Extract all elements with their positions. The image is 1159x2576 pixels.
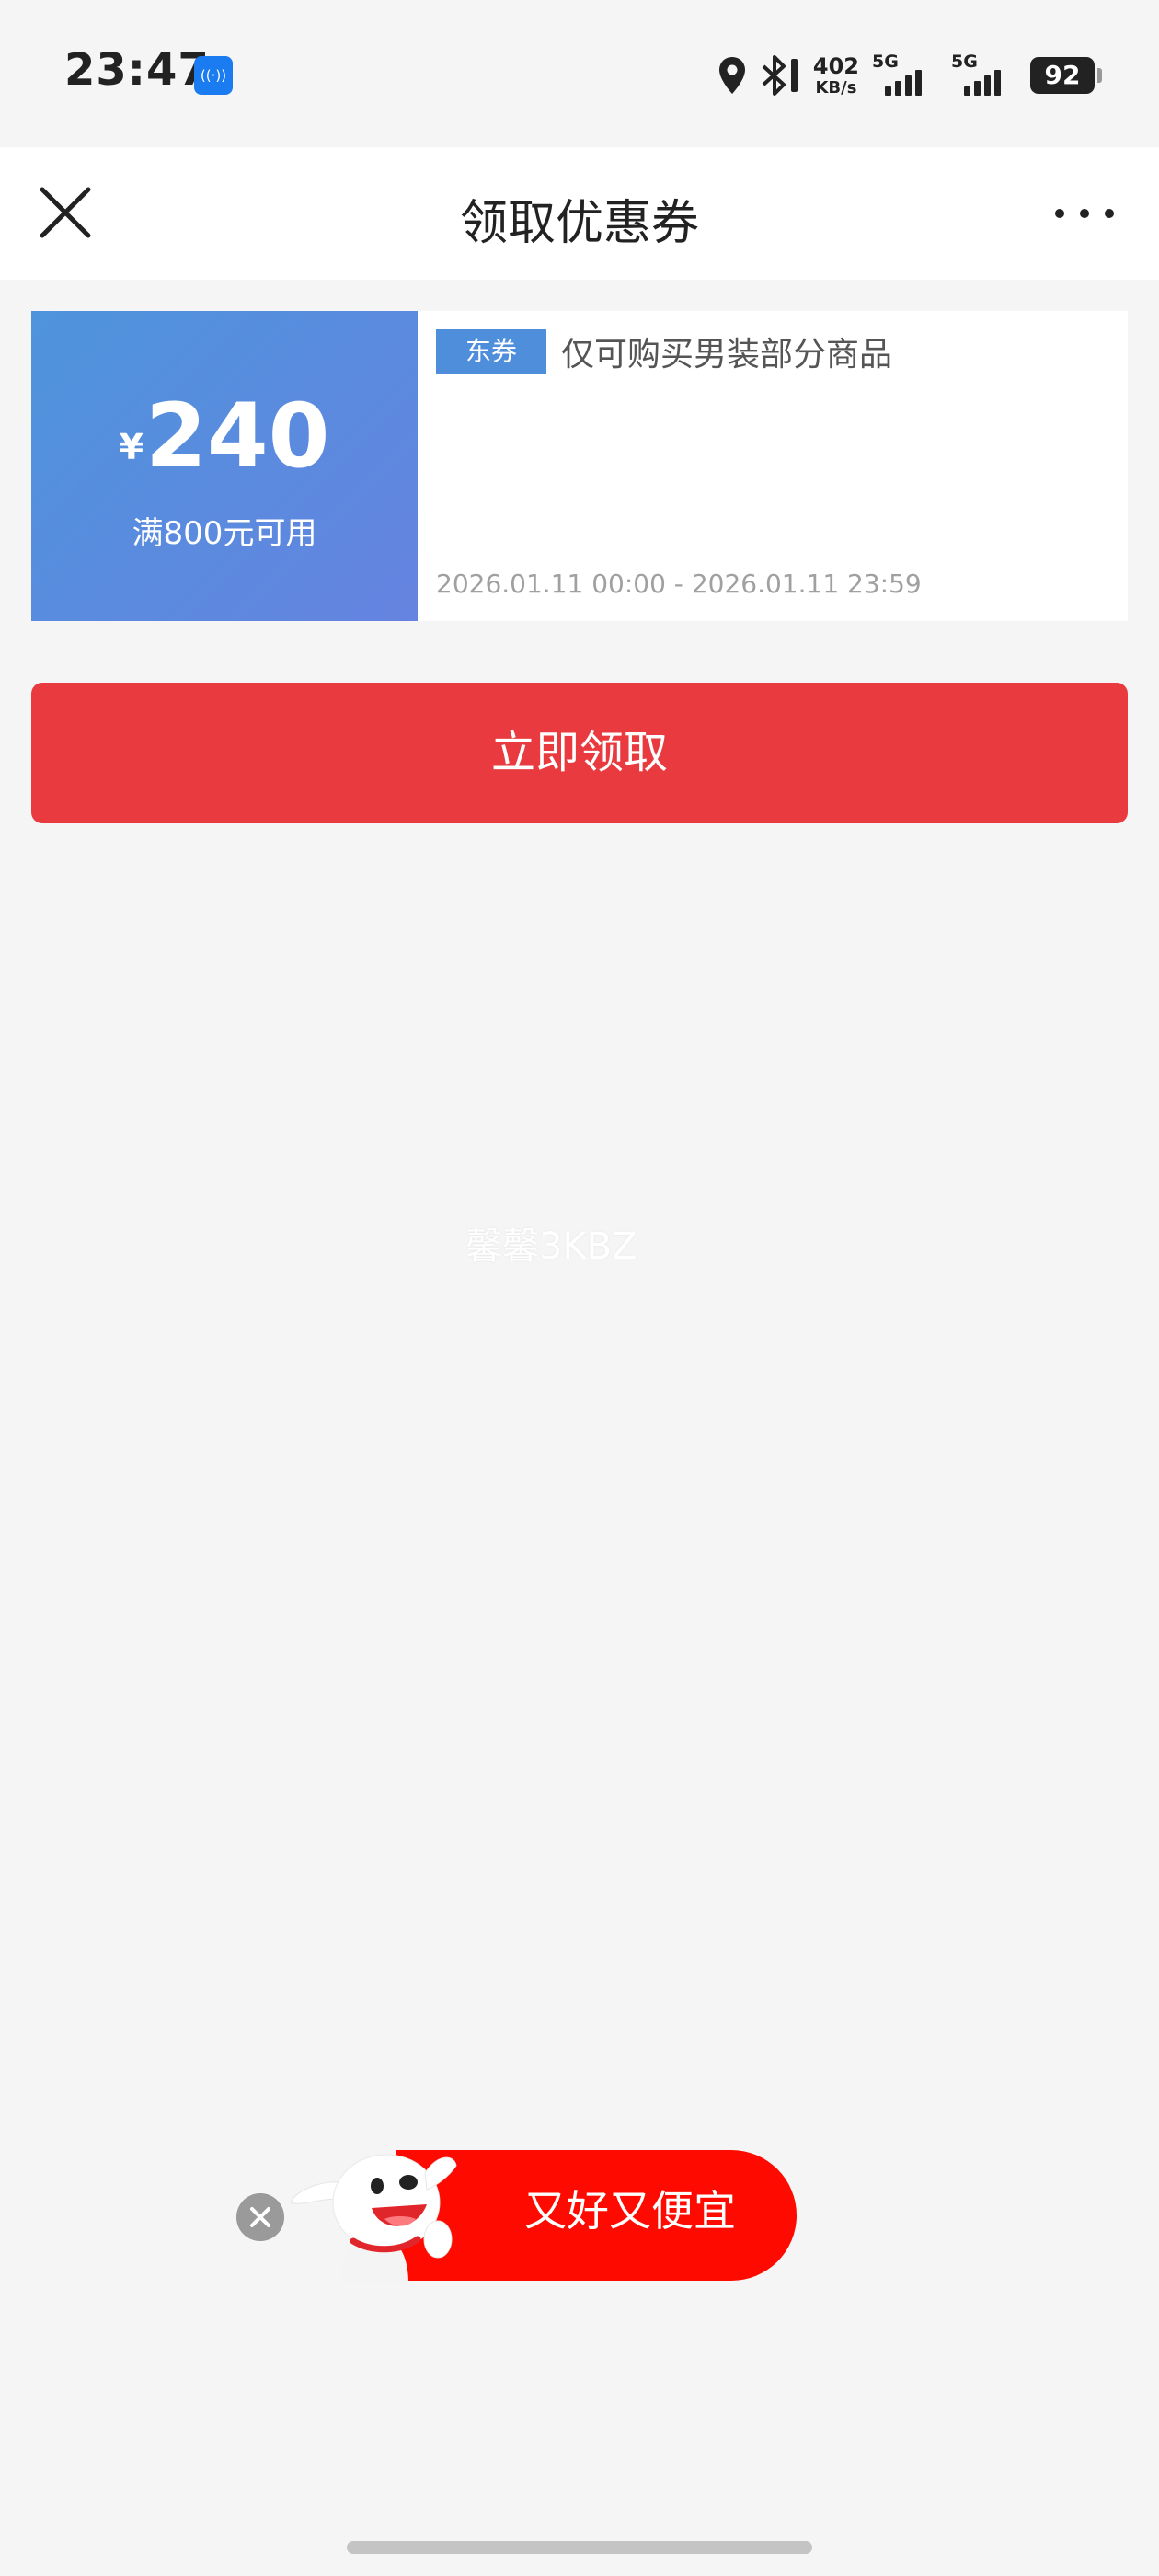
network-speed: 402 KB/s (813, 55, 859, 97)
sim2-network-type: 5G (951, 52, 978, 72)
status-bar: 23:47 ((·)) 402 KB/s 5G 5G 92 (0, 0, 1159, 147)
coupon-condition: 满800元可用 (132, 515, 317, 552)
floating-promo-label: 又好又便宜 (524, 2186, 736, 2236)
status-indicators: 402 KB/s 5G 5G 92 (717, 50, 1102, 101)
signal-sim2-icon: 5G (951, 50, 1017, 101)
coupon-card: ¥240 满800元可用 东券 仅可购买男装部分商品 2026.01.11 00… (31, 311, 1128, 621)
signal-sim1-icon: 5G (872, 50, 938, 101)
coupon-type-badge: 东券 (436, 329, 546, 374)
currency-symbol: ¥ (119, 427, 144, 467)
coupon-amount-value: 240 (145, 385, 330, 488)
network-speed-value: 402 (812, 52, 859, 79)
coupon-description: 仅可购买男装部分商品 (561, 336, 893, 374)
floating-banner-close-icon[interactable] (236, 2193, 284, 2241)
battery-level: 92 (1044, 60, 1081, 90)
network-speed-unit: KB/s (815, 77, 857, 98)
coupon-validity: 2026.01.11 00:00 - 2026.01.11 23:59 (436, 569, 922, 599)
coupon-value-panel: ¥240 满800元可用 (31, 311, 418, 621)
status-time: 23:47 (64, 44, 210, 96)
watermark: 馨馨3KBZ (465, 1225, 637, 1268)
claim-now-button[interactable]: 立即领取 (31, 683, 1128, 823)
joy-dog-mascot-icon (290, 2154, 457, 2283)
location-icon (718, 57, 745, 94)
sim1-network-type: 5G (872, 52, 899, 72)
coupon-amount: ¥240 (31, 392, 418, 480)
hotspot-icon: ((·)) (194, 56, 233, 95)
page-title: 领取优惠券 (459, 196, 699, 251)
bluetooth-icon (762, 55, 798, 96)
nav-bar: 领取优惠券 (0, 147, 1159, 280)
battery-icon: 92 (1030, 57, 1102, 94)
home-indicator[interactable] (347, 2541, 812, 2554)
more-icon[interactable] (1052, 195, 1117, 232)
